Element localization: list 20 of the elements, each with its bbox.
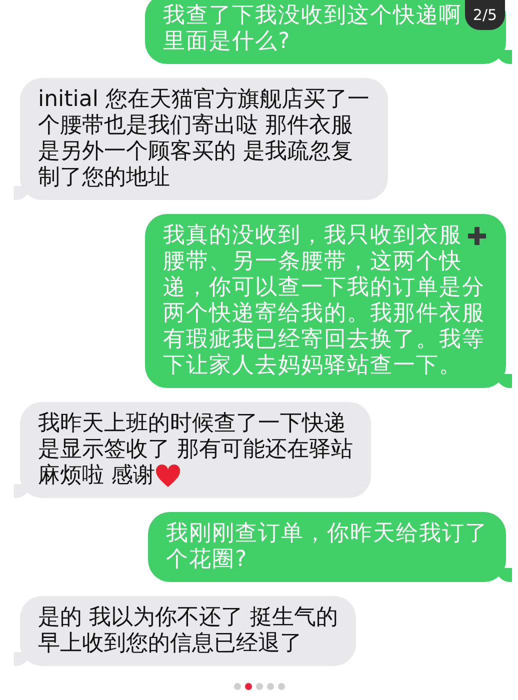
message-text: 里面是什么? [163,29,291,55]
message-text: initial 您在天猫官方旗舰店买了一 [38,87,370,113]
message-text: 制了您的地址 [38,165,170,191]
message-text: 是另外一个顾客买的 是我疏忽复 [38,139,353,165]
message-text: 腰带、另一条腰带，这两个快 [163,249,462,275]
message-text: 两个快递寄给我的。我那件衣服 [163,301,485,327]
message-text: 我查了下我没收到这个快递啊 [163,3,462,29]
message-text: 是的 我以为你不还了 挺生气的 [38,605,338,631]
message-text: 个花圈? [166,547,248,573]
message-text: 是显示签收了 那有可能还在驿站 [38,437,353,463]
message-text: 我真的没收到，我只收到衣服 [163,223,462,249]
message-text: 我刚刚查订单，你昨天给我订了 [166,521,488,547]
message-text: 下让家人去妈妈驿站查一下。 [163,353,462,379]
message-text: 早上收到您的信息已经退了 [38,631,302,657]
message-text: 递，你可以查一下我的订单是分 [163,275,485,301]
message-text: 我昨天上班的时候查了一下快递 [38,411,346,437]
page-counter: 2/5 [465,0,505,30]
message-text: 麻烦啦 感谢 [38,463,155,489]
message-text: 个腰带也是我们寄出哒 那件衣服 [38,113,353,139]
message-text: 有瑕疵我已经寄回去换了。我等 [163,327,485,353]
